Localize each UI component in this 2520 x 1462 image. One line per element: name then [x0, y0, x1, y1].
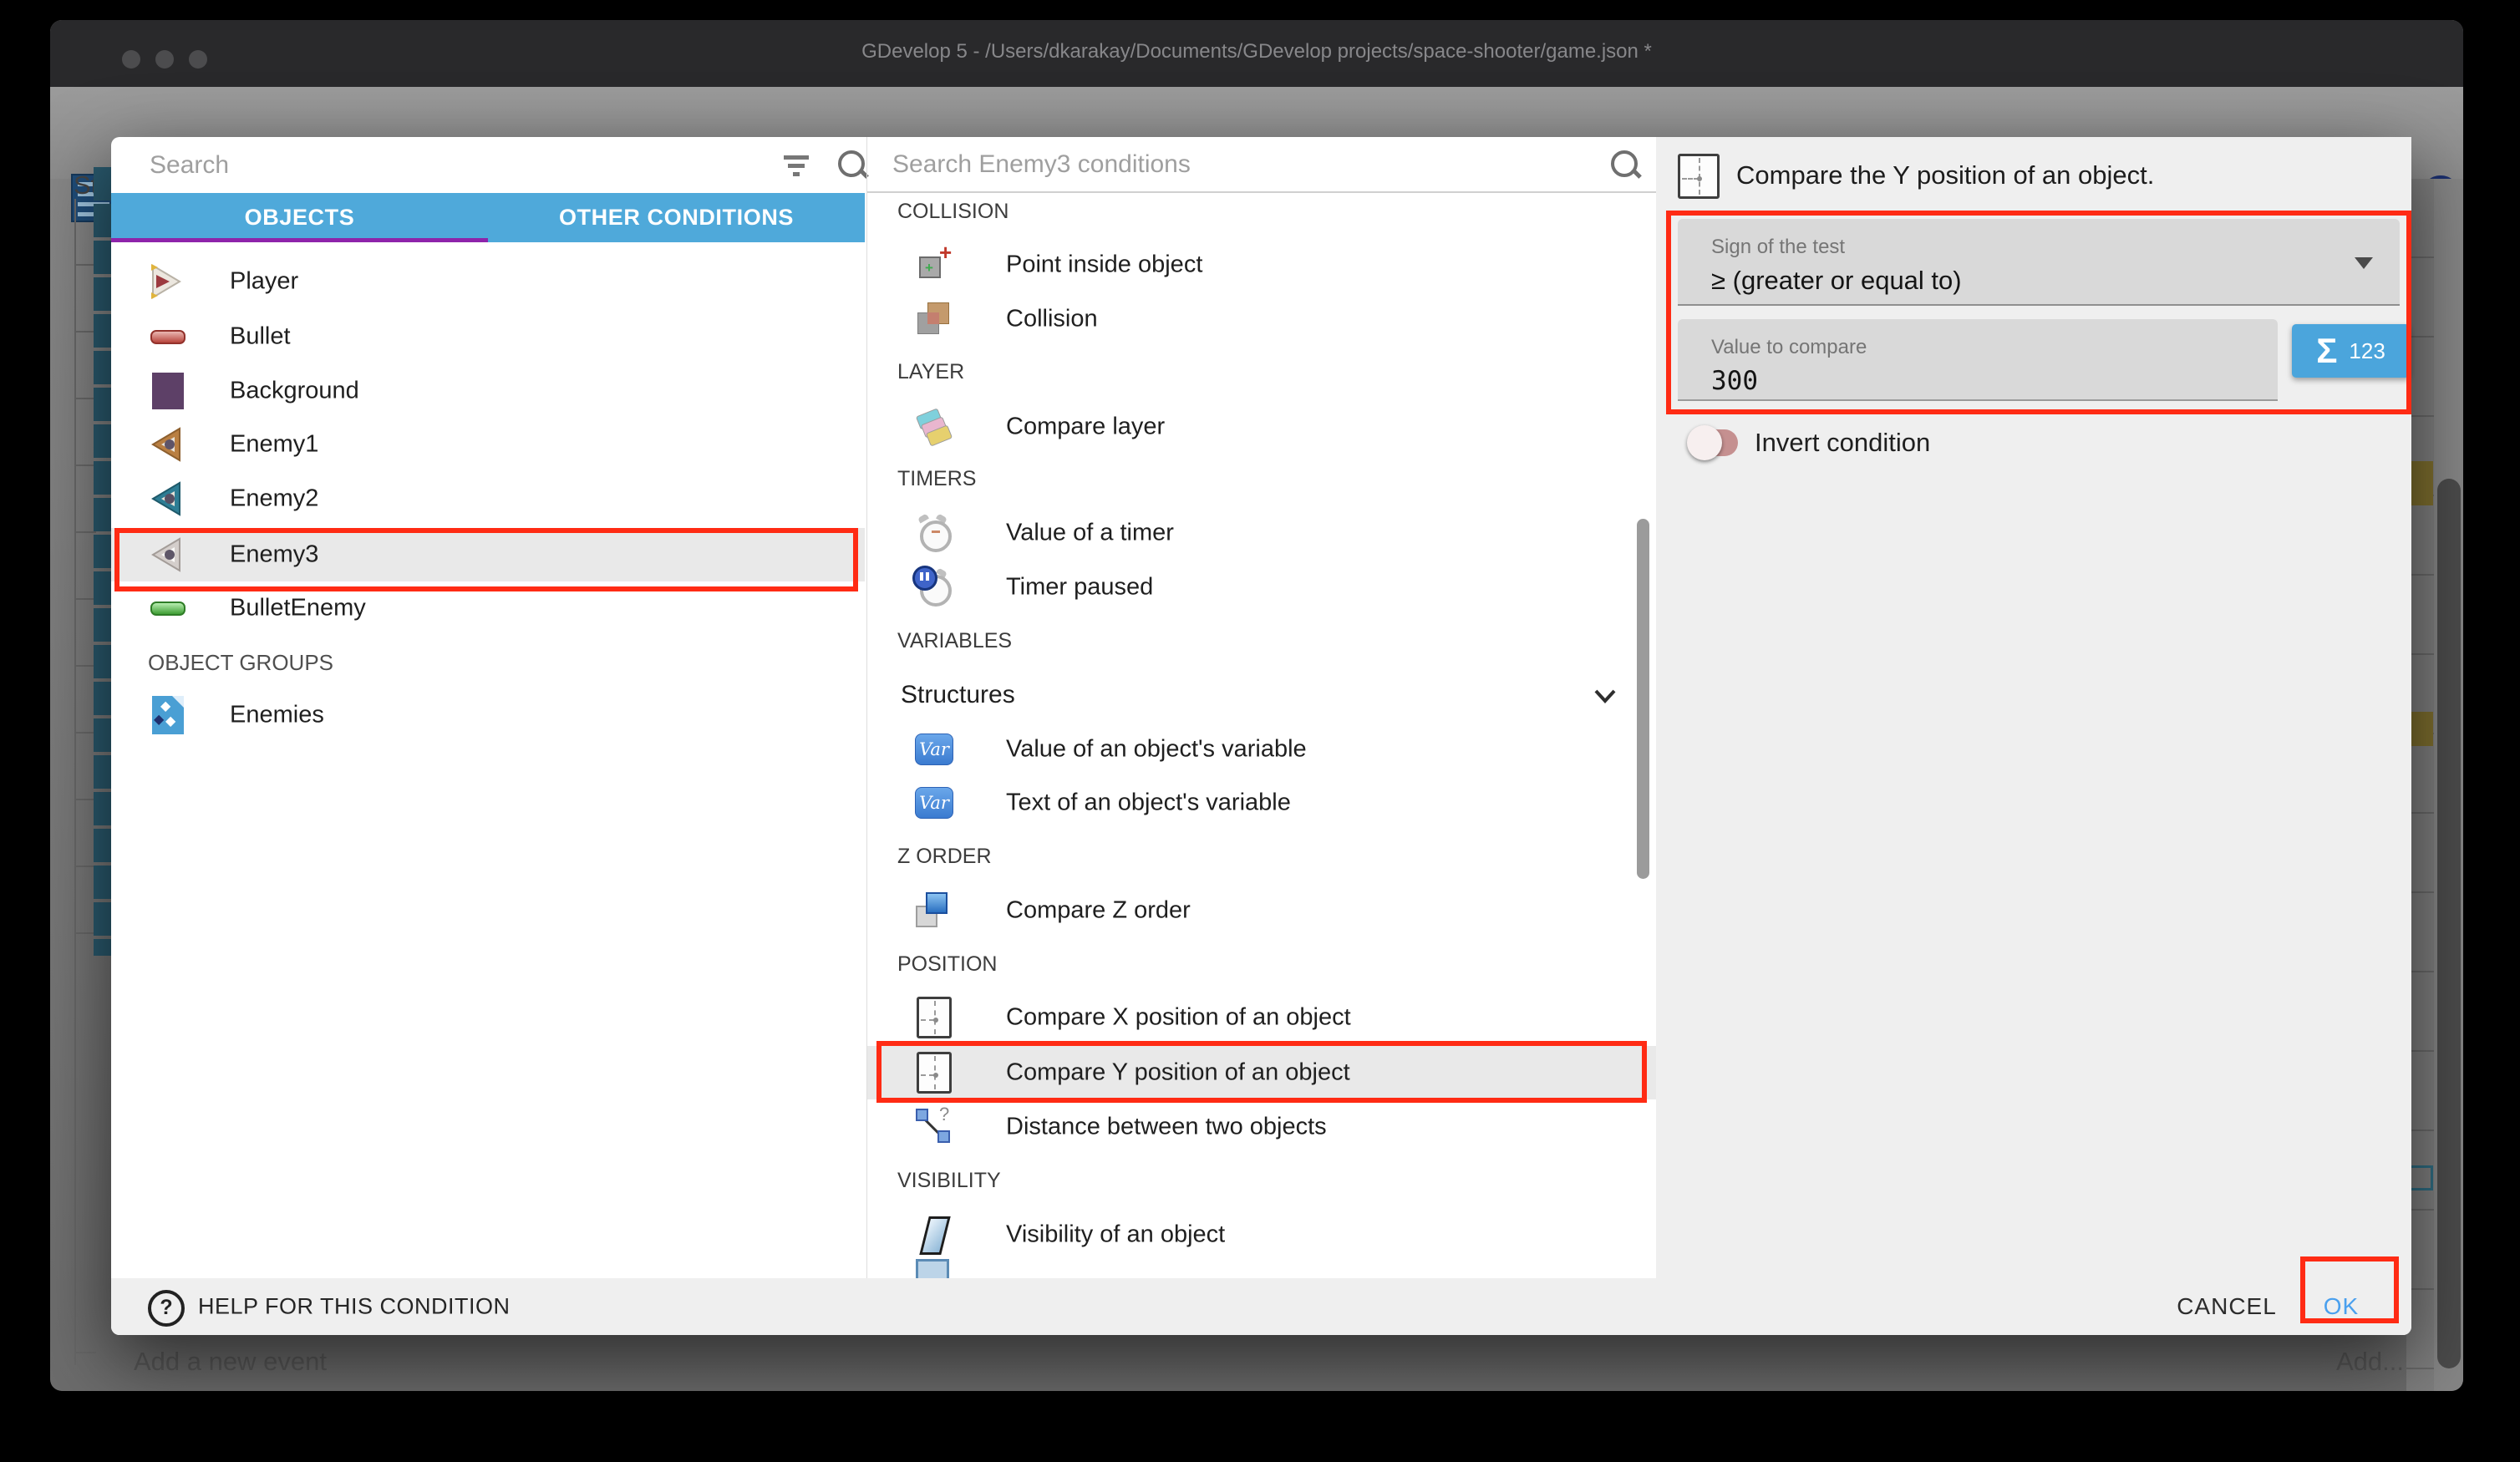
point-inside-object-icon: + + — [914, 245, 954, 285]
variable-icon: Var — [914, 729, 954, 769]
condition-row-timer-paused[interactable]: Timer paused — [867, 561, 1656, 614]
visibility-icon — [914, 1215, 954, 1255]
conditions-search-input[interactable] — [867, 137, 1656, 191]
add-more-link[interactable]: Add... — [2336, 1347, 2404, 1377]
section-header-visibility: VISIBILITY — [897, 1169, 1001, 1193]
object-row-background[interactable]: Background — [111, 364, 865, 418]
invert-condition-toggle[interactable] — [1689, 429, 1738, 456]
object-group-icon: ◆ ◆ ◆ — [148, 695, 188, 735]
section-header-layer: LAYER — [897, 360, 964, 384]
chevron-down-icon — [2355, 257, 2373, 269]
chevron-down-icon[interactable] — [1593, 683, 1618, 708]
objects-tabbar: OBJECTS OTHER CONDITIONS — [111, 193, 865, 242]
enemy2-ship-icon — [148, 481, 185, 516]
object-row-player[interactable]: Player — [111, 255, 865, 308]
collision-icon — [914, 299, 954, 339]
sign-of-test-select[interactable]: Sign of the test ≥ (greater or equal to) — [1678, 219, 2400, 306]
tab-other-conditions[interactable]: OTHER CONDITIONS — [488, 193, 865, 242]
section-header-zorder: Z ORDER — [897, 845, 992, 869]
object-row-enemy3[interactable]: Enemy3 — [111, 528, 865, 581]
condition-row-compare-z-order[interactable]: Compare Z order — [867, 884, 1656, 937]
section-header-variables: VARIABLES — [897, 629, 1012, 653]
accordion-structures[interactable]: Structures — [867, 668, 1656, 722]
bullet-enemy-icon — [148, 588, 188, 628]
compare-position-grid-icon — [1678, 154, 1720, 199]
conditions-list: COLLISION + + Point inside object Collis… — [867, 193, 1656, 1278]
timer-paused-icon — [914, 567, 954, 607]
sigma-icon: Σ — [2316, 333, 2337, 368]
objects-list: Player Bullet Background Enemy1 Enemy2 — [111, 242, 865, 1278]
cancel-button[interactable]: CANCEL — [2172, 1278, 2281, 1335]
condition-row-compare-y-position[interactable]: Compare Y position of an object — [867, 1046, 1656, 1099]
background-icon — [148, 371, 188, 411]
sign-of-test-label: Sign of the test — [1711, 236, 1845, 259]
selected-event-outline — [2408, 1165, 2433, 1190]
objects-search-row — [111, 137, 865, 193]
titlebar: GDevelop 5 - /Users/dkarakay/Documents/G… — [50, 20, 2463, 87]
enemy3-ship-icon — [148, 537, 185, 572]
event-tree-corner — [74, 1352, 96, 1353]
object-row-enemy2[interactable]: Enemy2 — [111, 472, 865, 525]
invert-condition-label: Invert condition — [1755, 428, 1930, 458]
section-header-position: POSITION — [897, 952, 997, 977]
object-row-enemy1[interactable]: Enemy1 — [111, 418, 865, 471]
help-link[interactable]: HELP FOR THIS CONDITION — [198, 1294, 511, 1320]
distance-icon: ? — [914, 1107, 954, 1147]
condition-editor-dialog: OBJECTS OTHER CONDITIONS Player Bullet B… — [111, 137, 2411, 1335]
condition-row-value-object-variable[interactable]: Var Value of an object's variable — [867, 723, 1656, 776]
condition-title: Compare the Y position of an object. — [1736, 160, 2154, 190]
section-header-collision: COLLISION — [897, 200, 1009, 224]
objects-search-input[interactable] — [111, 137, 865, 193]
compare-position-grid-icon — [914, 998, 954, 1038]
z-order-icon — [914, 891, 954, 931]
conditions-search-row — [867, 137, 1656, 193]
variable-icon: Var — [914, 783, 954, 823]
event-condition-blocks — [94, 167, 111, 956]
dialog-footer: ? HELP FOR THIS CONDITION CANCEL OK — [111, 1278, 2411, 1335]
window-title: GDevelop 5 - /Users/dkarakay/Documents/G… — [50, 40, 2463, 63]
events-scrollbar-thumb[interactable] — [2437, 479, 2461, 1368]
condition-parameters-panel: Compare the Y position of an object. Sig… — [1656, 137, 2411, 1278]
add-new-event-link[interactable]: Add a new event — [134, 1347, 327, 1377]
condition-row-distance-between-objects[interactable]: ? Distance between two objects — [867, 1100, 1656, 1154]
condition-row-compare-layer[interactable]: Compare layer — [867, 400, 1656, 454]
object-group-row-enemies[interactable]: ◆ ◆ ◆ Enemies — [111, 688, 865, 742]
value-to-compare-field[interactable]: Value to compare 300 — [1678, 319, 2278, 401]
condition-row-point-inside-object[interactable]: + + Point inside object — [867, 238, 1656, 292]
object-groups-header: OBJECT GROUPS — [148, 650, 333, 676]
compare-layer-icon — [914, 407, 954, 447]
condition-row-visibility-of-object[interactable]: Visibility of an object — [867, 1208, 1656, 1261]
sign-of-test-value: ≥ (greater or equal to) — [1711, 266, 1962, 296]
help-icon[interactable]: ? — [148, 1290, 185, 1327]
tab-objects[interactable]: OBJECTS — [111, 193, 488, 242]
invert-condition-row: Invert condition — [1681, 416, 2182, 470]
condition-row-text-object-variable[interactable]: Var Text of an object's variable — [867, 776, 1656, 830]
condition-row-compare-x-position[interactable]: Compare X position of an object — [867, 991, 1656, 1044]
section-header-timers: TIMERS — [897, 467, 976, 491]
bullet-icon — [148, 317, 188, 357]
compare-position-grid-icon — [914, 1053, 954, 1093]
expression-builder-button[interactable]: Σ 123 — [2292, 324, 2410, 378]
condition-row-value-of-timer[interactable]: Value of a timer — [867, 506, 1656, 560]
ok-button[interactable]: OK — [2308, 1278, 2375, 1335]
value-to-compare-label: Value to compare — [1711, 336, 1867, 359]
object-row-bulletenemy[interactable]: BulletEnemy — [111, 581, 865, 635]
clipped-condition-icon — [916, 1259, 949, 1278]
enemy1-ship-icon — [148, 427, 185, 462]
conditions-scrollbar-thumb[interactable] — [1637, 519, 1649, 879]
condition-row-collision[interactable]: Collision — [867, 292, 1656, 346]
timer-icon — [914, 513, 954, 553]
object-row-bullet[interactable]: Bullet — [111, 310, 865, 363]
player-ship-icon — [148, 264, 185, 299]
value-to-compare-value[interactable]: 300 — [1711, 366, 1758, 396]
